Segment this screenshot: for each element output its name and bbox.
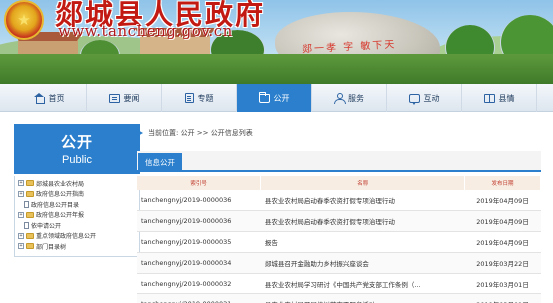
cell-title-link[interactable]: 县农业农村局开展植树节志愿服务活动 <box>260 293 465 303</box>
nav-interaction[interactable]: 互动 <box>387 84 462 112</box>
nav-topics[interactable]: 专题 <box>162 84 237 112</box>
main-nav: 首页 要闻 专题 公开 服务 互动 县情 <box>0 84 553 112</box>
nav-label: 专题 <box>197 93 214 103</box>
folder-icon <box>26 180 34 187</box>
tree-item-label: 政府信息公开目录 <box>31 201 80 209</box>
cell-index: tanchengnyj/2019-0000031 <box>137 293 261 303</box>
cell-title-link[interactable]: 县农业农村局学习研讨《中国共产党支部工作条例（... <box>260 273 465 295</box>
nav-label: 要闻 <box>123 93 140 103</box>
tree-item-label: 依申请公开 <box>31 222 62 230</box>
cell-index: tanchengnyj/2019-0000032 <box>137 273 261 295</box>
folder-icon <box>26 232 34 239</box>
cell-index: tanchengnyj/2019-0000034 <box>137 252 261 274</box>
column-header-date: 发布日期 <box>464 176 541 190</box>
column-header-index: 索引号 <box>137 176 262 190</box>
table-row[interactable]: tanchengnyj/2019-0000031 县农业农村局开展植树节志愿服务… <box>137 293 541 303</box>
nav-news[interactable]: 要闻 <box>87 84 162 112</box>
chat-icon <box>408 93 420 105</box>
news-icon <box>108 93 120 103</box>
sidebar: 公开 Public + 郯城县农业农村局 + 政府信息公开指南 政府信息公开目录… <box>14 124 140 303</box>
expand-icon[interactable]: + <box>18 243 24 250</box>
table-row[interactable]: tanchengnyj/2019-0000032 县农业农村局学习研讨《中国共产… <box>137 273 541 295</box>
cell-date: 2019年03月01日 <box>464 273 541 295</box>
nav-public[interactable]: 公开 <box>237 84 312 112</box>
cell-title-link[interactable]: 县农业农村局启动春季农资打假专项治理行动 <box>260 190 465 212</box>
document-icon <box>24 200 29 208</box>
cell-date: 2019年04月09日 <box>464 210 541 233</box>
cell-title-link[interactable]: 报告 <box>260 231 465 253</box>
info-list-table: 索引号 名称 发布日期 tanchengnyj/2019-0000036 县农业… <box>137 176 541 303</box>
tab-info-public[interactable]: 信息公开 <box>138 153 182 172</box>
national-emblem-icon <box>4 0 44 40</box>
person-icon <box>334 93 346 104</box>
sidebar-title: 公开 <box>60 133 93 151</box>
banner-greenery <box>0 54 553 84</box>
folder-icon <box>26 243 34 250</box>
tree-item-label: 部门目录树 <box>36 243 67 251</box>
nav-home[interactable]: 首页 <box>12 84 87 112</box>
cell-index: tanchengnyj/2019-0000036 <box>137 210 261 233</box>
tree-item-label: 郯城县农业农村局 <box>36 180 85 188</box>
nav-county-info[interactable]: 县情 <box>462 84 537 112</box>
folder-icon <box>26 211 34 218</box>
site-url: www.tancheng.gov.cn <box>58 22 233 40</box>
table-row[interactable]: tanchengnyj/2019-0000036 县农业农村局启动春季农资打假专… <box>137 190 541 212</box>
folder-icon <box>26 190 34 197</box>
table-header-row: 索引号 名称 发布日期 <box>137 176 541 190</box>
tree-item-label: 政府信息公开年报 <box>36 212 85 220</box>
cell-title-link[interactable]: 郯城县召开金融助力乡村振兴座谈会 <box>260 252 465 274</box>
tree-item-label: 政府信息公开指南 <box>36 191 85 199</box>
nav-label: 互动 <box>423 93 440 103</box>
site-banner: 郯一孝 字 敏下天 郯城县人民政府 www.tancheng.gov.cn <box>0 0 553 84</box>
expand-icon[interactable]: + <box>18 211 24 218</box>
nav-service[interactable]: 服务 <box>312 84 387 112</box>
document-icon <box>24 221 29 229</box>
table-row[interactable]: tanchengnyj/2019-0000034 郯城县召开金融助力乡村振兴座谈… <box>137 252 541 274</box>
tree-item-dept-tree[interactable]: + 部门目录树 <box>18 241 137 252</box>
tree-item-on-request[interactable]: 依申请公开 <box>18 220 137 231</box>
nav-label: 公开 <box>273 93 290 103</box>
cell-index: tanchengnyj/2019-0000035 <box>137 231 261 253</box>
cell-date: 2019年04月09日 <box>464 231 541 253</box>
topic-icon <box>184 93 194 103</box>
expand-icon[interactable]: + <box>18 180 24 187</box>
nav-label: 首页 <box>48 93 65 103</box>
sidebar-subtitle: Public <box>62 154 92 166</box>
sidebar-header: 公开 Public <box>14 124 140 174</box>
column-header-title: 名称 <box>260 176 466 190</box>
book-icon <box>483 93 495 103</box>
tree-item-agri-bureau[interactable]: + 郯城县农业农村局 <box>18 178 137 189</box>
cell-title-link[interactable]: 县农业农村局启动春季农资打假专项治理行动 <box>260 210 465 233</box>
cell-index: tanchengnyj/2019-0000036 <box>137 190 261 212</box>
expand-icon[interactable]: + <box>18 232 24 239</box>
tree-item-guide[interactable]: + 政府信息公开指南 <box>18 189 137 200</box>
cell-date: 2019年03月01日 <box>464 293 541 303</box>
tab-bar: 信息公开 <box>137 151 541 172</box>
home-icon <box>33 93 45 104</box>
location-flag-icon <box>136 129 143 137</box>
breadcrumb: 当前位置: 公开 >> 公开信息列表 <box>136 128 253 138</box>
folder-icon <box>258 91 270 103</box>
tree-item-annual-report[interactable]: + 政府信息公开年报 <box>18 210 137 221</box>
tree-item-label: 重点领域政府信息公开 <box>36 233 97 241</box>
tree-item-key-areas[interactable]: + 重点领域政府信息公开 <box>18 231 137 242</box>
tree-item-catalog[interactable]: 政府信息公开目录 <box>18 199 137 210</box>
cell-date: 2019年04月09日 <box>464 190 541 212</box>
table-row[interactable]: tanchengnyj/2019-0000035 报告 2019年04月09日 <box>137 231 541 253</box>
nav-label: 服务 <box>348 93 364 103</box>
catalog-tree: + 郯城县农业农村局 + 政府信息公开指南 政府信息公开目录 + 政府信息公开年… <box>14 176 140 257</box>
cell-date: 2019年03月22日 <box>464 252 541 274</box>
table-row[interactable]: tanchengnyj/2019-0000036 县农业农村局启动春季农资打假专… <box>137 210 541 233</box>
nav-label: 县情 <box>498 93 515 103</box>
breadcrumb-text[interactable]: 当前位置: 公开 >> 公开信息列表 <box>148 128 253 138</box>
expand-icon[interactable]: + <box>18 190 24 197</box>
